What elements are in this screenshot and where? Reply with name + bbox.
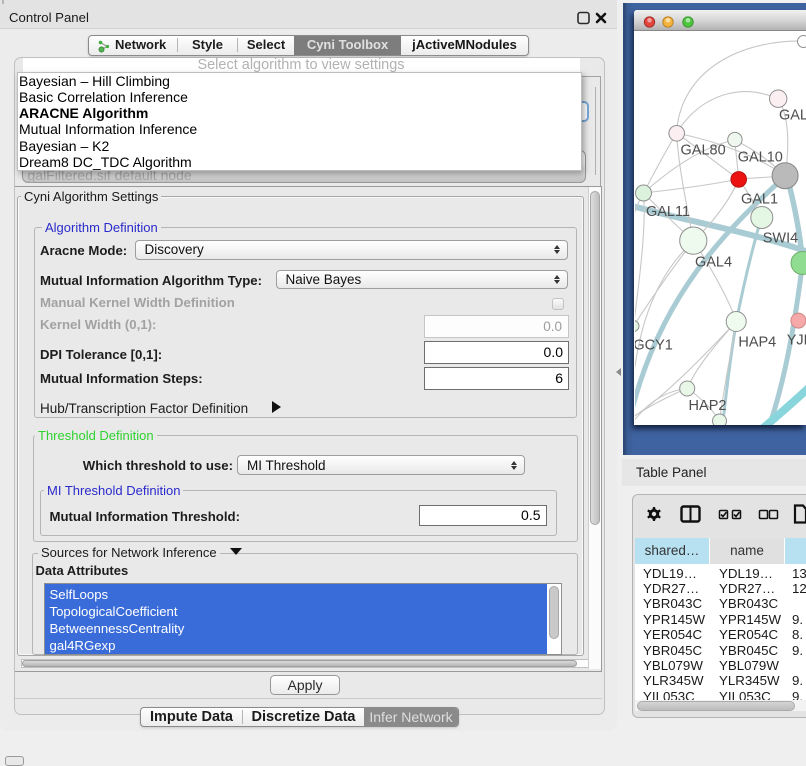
svg-text:GCY1: GCY1 [635, 338, 673, 354]
svg-text:GAL80: GAL80 [680, 143, 725, 159]
svg-text:GAL10: GAL10 [737, 150, 782, 166]
svg-text:HAP2: HAP2 [688, 398, 726, 414]
svg-text:GAL7: GAL7 [778, 108, 806, 124]
svg-text:GAL1: GAL1 [740, 192, 777, 208]
svg-text:SWI4: SWI4 [762, 231, 797, 247]
svg-text:HAP4: HAP4 [738, 335, 776, 351]
svg-text:GAL11: GAL11 [645, 204, 689, 220]
svg-text:YJL…: YJL… [786, 333, 806, 349]
svg-text:GAL4: GAL4 [694, 255, 731, 271]
